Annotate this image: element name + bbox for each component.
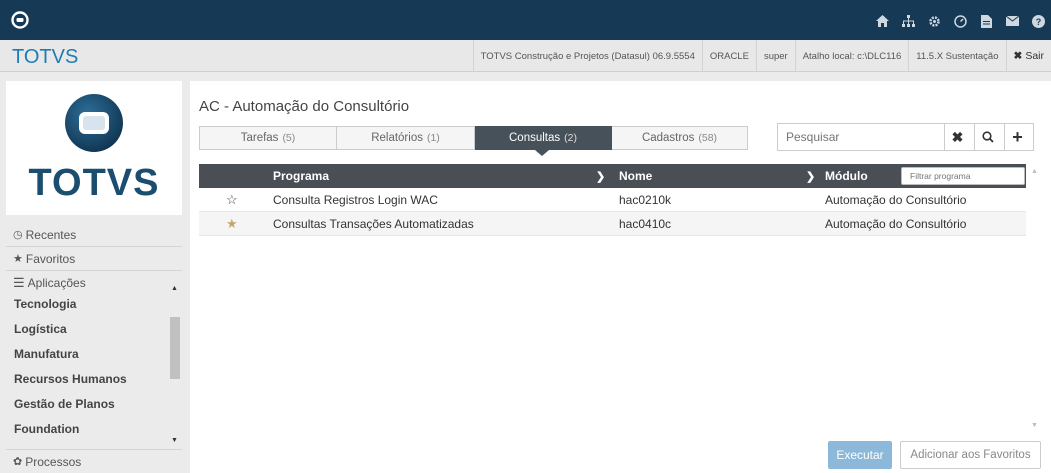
scroll-down-icon[interactable]: ▼ — [1031, 422, 1038, 429]
tab-count: (2) — [564, 132, 577, 144]
scroll-down-icon[interactable]: ▼ — [171, 437, 178, 444]
modulo-cell: Automação do Consultório — [825, 193, 967, 207]
tab-relatorios[interactable]: Relatórios (1) — [337, 126, 475, 150]
programa-cell: Consulta Registros Login WAC — [273, 193, 438, 207]
page-title: AC - Automação do Consultório — [199, 98, 410, 115]
clear-search-button[interactable]: ✖ — [944, 124, 970, 150]
programa-cell: Consultas Transações Automatizadas — [273, 217, 474, 231]
close-icon: ✖ — [1013, 50, 1023, 62]
column-header-nome[interactable]: Nome — [619, 164, 652, 188]
add-to-favorites-button[interactable]: Adicionar aos Favoritos — [900, 441, 1041, 469]
tab-consultas[interactable]: Consultas (2) — [475, 126, 612, 150]
sidebar-item-label: Processos — [25, 454, 82, 469]
executar-button[interactable]: Executar — [828, 441, 892, 469]
logout-label: Sair — [1025, 50, 1044, 62]
user-info: super — [755, 40, 795, 72]
search-icon — [981, 131, 994, 143]
table-header: Programa ❯ Nome ❯ Módulo — [199, 164, 1026, 188]
main-content: AC - Automação do Consultório Tarefas (5… — [190, 81, 1051, 473]
scroll-up-icon[interactable]: ▲ — [171, 285, 178, 292]
tab-cadastros[interactable]: Cadastros (58) — [612, 126, 748, 150]
column-header-modulo[interactable]: Módulo — [825, 164, 868, 188]
modulo-cell: Automação do Consultório — [825, 217, 967, 231]
sidebar-item-recentes[interactable]: ◷ Recentes — [6, 223, 182, 247]
tab-count: (58) — [698, 132, 718, 144]
favorite-star-icon[interactable]: ★ — [226, 212, 238, 236]
tab-label: Cadastros — [641, 132, 695, 144]
scroll-thumb[interactable] — [170, 317, 180, 379]
list-item[interactable]: Foundation — [14, 422, 79, 436]
filter-program-input[interactable] — [901, 167, 1025, 185]
environment-info: 11.5.X Sustentação — [908, 40, 1005, 72]
document-icon[interactable] — [973, 8, 999, 34]
sidebar: TOTVS ◷ Recentes ★ Favoritos ☰ Aplicaçõe… — [6, 81, 182, 473]
chevron-down-icon[interactable]: ❯ — [596, 164, 605, 188]
search-box: ✖ + — [777, 123, 1034, 151]
top-bar: ? — [0, 0, 1051, 40]
gear-icon[interactable] — [921, 8, 947, 34]
list-item[interactable]: Manufatura — [14, 347, 79, 361]
list-icon: ☰ — [13, 275, 25, 290]
list-item[interactable]: Logística — [14, 322, 67, 336]
tab-tarefas[interactable]: Tarefas (5) — [199, 126, 337, 150]
totvs-logo-icon[interactable] — [0, 0, 40, 40]
table-row[interactable]: ☆ Consulta Registros Login WAC hac0210k … — [199, 188, 1026, 212]
local-shortcut-info: Atalho local: c:\DLC116 — [794, 40, 909, 72]
dashboard-icon[interactable] — [947, 8, 973, 34]
chevron-down-icon[interactable]: ❯ — [806, 164, 815, 188]
table-scrollbar[interactable]: ▲ ▼ — [1029, 164, 1041, 434]
list-item[interactable]: Recursos Humanos — [14, 372, 127, 386]
search-input[interactable] — [778, 124, 938, 150]
svg-text:?: ? — [1035, 17, 1041, 27]
sidebar-item-processos[interactable]: ✿ Processos — [6, 449, 182, 473]
sidebar-item-label: Recentes — [25, 227, 77, 242]
help-icon[interactable]: ? — [1025, 8, 1051, 34]
mail-icon[interactable] — [999, 8, 1025, 34]
gear-icon: ✿ — [13, 456, 23, 468]
sidebar-logo: TOTVS — [6, 81, 182, 215]
sidebar-item-aplicacoes[interactable]: ☰ Aplicações — [6, 271, 182, 295]
table-row[interactable]: ★ Consultas Transações Automatizadas hac… — [199, 212, 1026, 236]
list-item[interactable]: Gestão de Planos — [14, 397, 115, 411]
add-button[interactable]: + — [1004, 124, 1030, 150]
clock-icon: ◷ — [13, 229, 23, 241]
star-icon: ★ — [13, 253, 23, 265]
sidebar-item-label: Aplicações — [27, 276, 86, 290]
tab-label: Tarefas — [240, 132, 279, 144]
nome-cell: hac0210k — [619, 193, 672, 207]
scroll-up-icon[interactable]: ▲ — [1031, 168, 1038, 175]
database-info: ORACLE — [701, 40, 756, 72]
list-item[interactable]: Tecnologia — [14, 297, 76, 311]
search-button[interactable] — [974, 124, 1000, 150]
header-bar: TOTVS TOTVS Construção e Projetos (Datas… — [0, 40, 1051, 72]
sidebar-item-favoritos[interactable]: ★ Favoritos — [6, 247, 182, 271]
sidebar-item-label: Favoritos — [25, 251, 76, 266]
brand-title: TOTVS — [12, 46, 79, 68]
sidebar-scrollbar[interactable]: ▲ ▼ — [170, 285, 180, 455]
tab-bar: Tarefas (5) Relatórios (1) Consultas (2)… — [199, 126, 748, 150]
tab-count: (5) — [282, 132, 296, 144]
column-header-programa[interactable]: Programa — [273, 164, 329, 188]
favorite-star-icon[interactable]: ☆ — [226, 188, 238, 212]
logout-button[interactable]: ✖ Sair — [1005, 40, 1051, 72]
close-icon: ✖ — [951, 128, 964, 145]
tab-label: Consultas — [509, 132, 561, 144]
home-icon[interactable] — [869, 8, 895, 34]
totvs-logo-icon — [65, 94, 123, 152]
tab-label: Relatórios — [371, 132, 423, 144]
plus-icon: + — [1012, 126, 1023, 147]
sidebar-logo-text: TOTVS — [28, 162, 160, 204]
applications-list: Tecnologia Logística Manufatura Recursos… — [6, 295, 182, 447]
sitemap-icon[interactable] — [895, 8, 921, 34]
active-tab-indicator — [535, 150, 549, 156]
nome-cell: hac0410c — [619, 217, 672, 231]
tab-count: (1) — [426, 132, 440, 144]
product-info: TOTVS Construção e Projetos (Datasul) 06… — [472, 40, 702, 72]
